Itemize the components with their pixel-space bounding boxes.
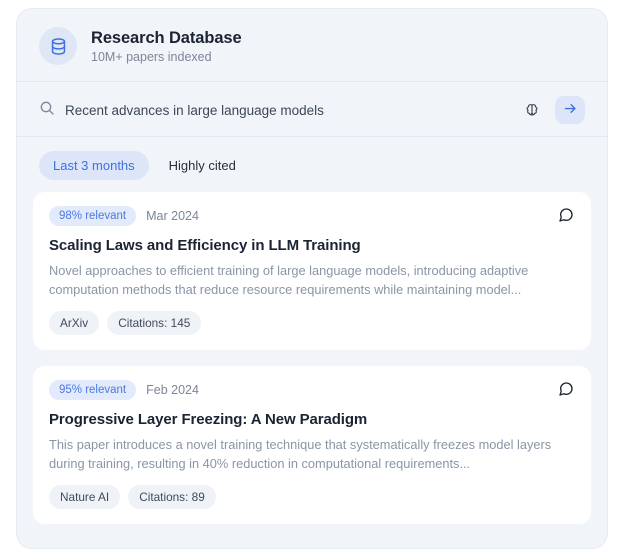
result-tag-citations[interactable]: Citations: 145 xyxy=(107,311,202,336)
database-icon xyxy=(39,27,77,65)
header-text-group: Research Database 10M+ papers indexed xyxy=(91,29,242,64)
search-submit-button[interactable] xyxy=(555,96,585,124)
research-database-panel: Research Database 10M+ papers indexed Re… xyxy=(16,8,608,549)
search-icon xyxy=(39,100,55,121)
result-card[interactable]: 95% relevant Feb 2024 Progressive Layer … xyxy=(33,366,591,525)
arrow-right-icon xyxy=(563,101,578,119)
panel-header: Research Database 10M+ papers indexed xyxy=(17,9,607,82)
page-subtitle: 10M+ papers indexed xyxy=(91,49,212,64)
result-tag-source[interactable]: Nature AI xyxy=(49,485,121,510)
result-title: Scaling Laws and Efficiency in LLM Train… xyxy=(49,237,361,254)
filter-chip-group: Last 3 months Highly cited xyxy=(17,137,607,192)
results-list: 98% relevant Mar 2024 Scaling Laws and E… xyxy=(17,192,607,540)
filter-chip-highly-cited[interactable]: Highly cited xyxy=(155,151,250,180)
comment-bubble-icon[interactable] xyxy=(557,206,575,224)
comment-bubble-icon[interactable] xyxy=(557,380,575,398)
search-bar xyxy=(17,82,607,137)
relevance-badge: 98% relevant xyxy=(49,206,137,226)
result-tag-group: Nature AI Citations: 89 xyxy=(49,485,575,510)
result-meta-row: 98% relevant Mar 2024 xyxy=(49,206,575,226)
filter-chip-last-3-months[interactable]: Last 3 months xyxy=(39,151,149,180)
relevance-badge: 95% relevant xyxy=(49,380,137,401)
result-tag-source[interactable]: ArXiv xyxy=(49,311,100,336)
result-description: Novel approaches to efficient training o… xyxy=(49,263,529,297)
result-title: Progressive Layer Freezing: A New Paradi… xyxy=(49,411,368,429)
page-title: Research Database xyxy=(91,28,242,47)
result-tag-citations[interactable]: Citations: 89 xyxy=(128,485,216,510)
search-input[interactable] xyxy=(65,100,509,120)
brain-icon[interactable] xyxy=(519,97,545,123)
result-meta-row: 95% relevant Feb 2024 xyxy=(49,380,575,401)
result-card[interactable]: 98% relevant Mar 2024 Scaling Laws and E… xyxy=(33,192,591,351)
publication-date: Mar 2024 xyxy=(146,209,199,223)
result-tag-group: ArXiv Citations: 145 xyxy=(49,311,575,336)
publication-date: Feb 2024 xyxy=(146,383,199,398)
result-description: This paper introduces a novel training t… xyxy=(49,437,552,471)
